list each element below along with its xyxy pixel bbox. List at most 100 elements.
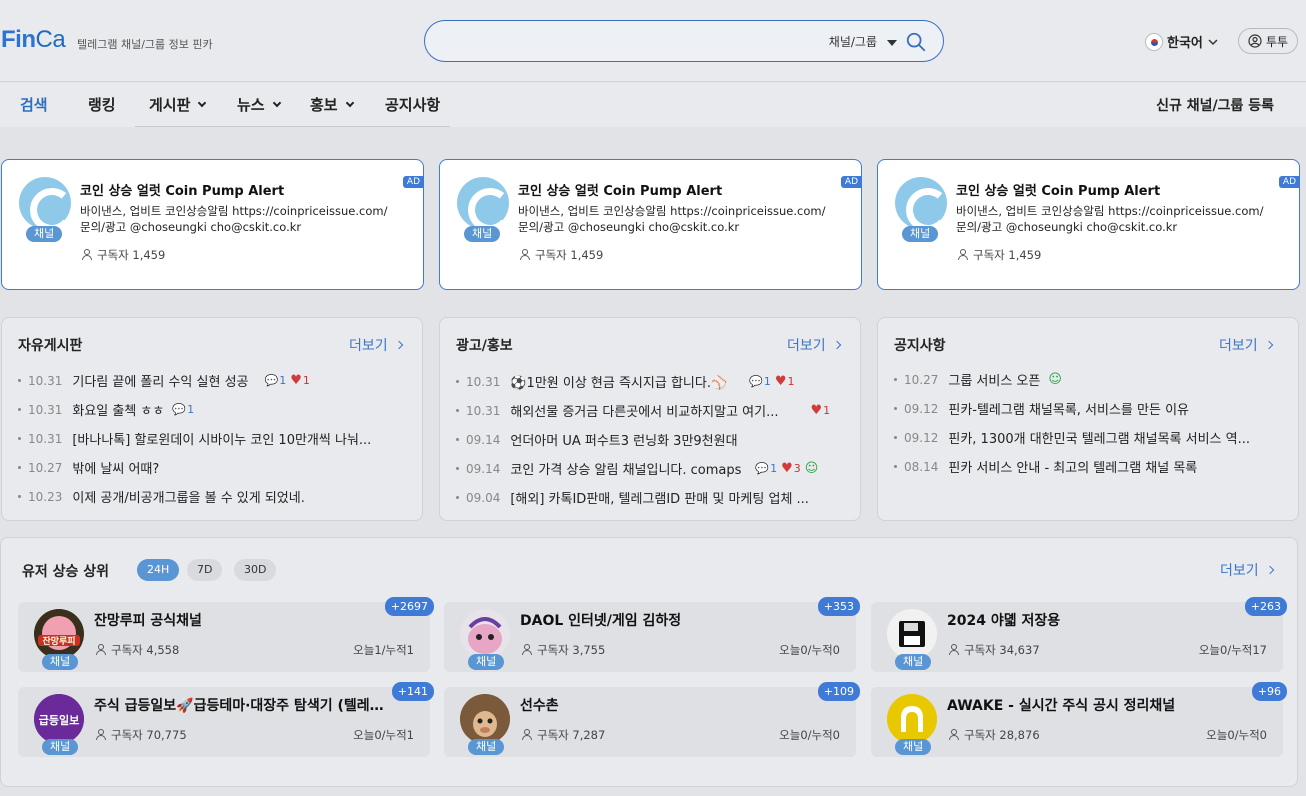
bullet: [18, 466, 21, 469]
bullet: [456, 409, 459, 412]
post-item[interactable]: 09.12 핀카-텔레그램 채널목록, 서비스를 만든 이유: [894, 399, 1189, 418]
more-link[interactable]: 더보기: [349, 335, 403, 355]
bullet: [894, 465, 897, 468]
board-title: 공지사항: [894, 338, 946, 354]
comment-count: 💬 1: [172, 403, 195, 416]
channel-name[interactable]: 주식 급등일보🚀급등테마·대장주 탐색기 (텔레그...: [94, 695, 394, 715]
post-item[interactable]: 10.27 그룹 서비스 오픈 ☺: [894, 370, 1062, 389]
growth-badge: +141: [391, 682, 434, 701]
post-item[interactable]: 10.31 기다림 끝에 폴리 수익 실현 성공 💬 1 ♥ 1: [18, 371, 310, 390]
ranking-card[interactable]: 채널 AWAKE - 실시간 주식 공시 정리채널 구독자 28,876 오늘0…: [871, 682, 1287, 757]
subscriber-count: 구독자 28,876: [949, 727, 1040, 743]
ranking-card[interactable]: 채널 2024 야뎳 저장용 구독자 34,637 오늘0/누적17 +263: [871, 597, 1287, 672]
post-item[interactable]: 10.27 밖에 날씨 어때?: [18, 458, 159, 477]
period-7d-tab[interactable]: 7D: [187, 559, 223, 581]
post-date: 10.31: [28, 402, 63, 417]
growth-badge: +109: [817, 682, 860, 701]
nav-promo[interactable]: 홍보: [310, 94, 354, 115]
post-title: 기다림 끝에 폴리 수익 실현 성공: [72, 375, 249, 390]
post-title: 그룹 서비스 오픈: [948, 374, 1041, 389]
search-filter-select[interactable]: 채널/그룹: [829, 33, 897, 50]
post-title: 핀카 서비스 안내 - 최고의 텔레그램 채널 목록: [948, 461, 1198, 476]
post-title: 언더아머 UA 퍼수트3 런닝화 3만9천원대: [510, 434, 738, 449]
chevron-down-icon: [272, 98, 281, 108]
ad-card[interactable]: 채널 코인 상승 얼럿 Coin Pump Alert 바이낸스, 업비트 코인…: [1, 159, 424, 290]
channel-name[interactable]: 선수촌: [520, 695, 559, 715]
board-notice: 공지사항 더보기 10.27 그룹 서비스 오픈 ☺ 09.12 핀카-텔레그램 채…: [877, 317, 1299, 521]
more-link[interactable]: 더보기: [787, 335, 841, 355]
channel-name[interactable]: DAOL 인터넷/게임 김하정: [520, 610, 681, 630]
like-count: ♥ 3: [781, 461, 801, 476]
post-item[interactable]: 09.14 코인 가격 상승 알림 채널입니다. comaps 💬 1 ♥ 3 ☺: [456, 459, 818, 478]
channel-avatar: [460, 609, 510, 659]
nav-notice[interactable]: 공지사항: [385, 94, 440, 115]
period-24h-tab[interactable]: 24H: [137, 559, 180, 581]
channel-name[interactable]: AWAKE - 실시간 주식 공시 정리채널: [947, 695, 1175, 715]
channel-name[interactable]: 잔망루피 공식채널: [94, 610, 202, 630]
post-item[interactable]: 09.14 언더아머 UA 퍼수트3 런닝화 3만9천원대: [456, 430, 738, 449]
post-title: 이제 공개/비공개그룹을 볼 수 있게 되었네.: [72, 491, 305, 506]
ranking-card[interactable]: 급등일보 채널 주식 급등일보🚀급등테마·대장주 탐색기 (텔레그... 구독자…: [18, 682, 434, 757]
person-icon: [82, 249, 92, 260]
post-item[interactable]: 10.23 이제 공개/비공개그룹을 볼 수 있게 되었네.: [18, 487, 305, 506]
channel-avatar: [887, 694, 937, 744]
chevron-right-icon: [832, 340, 841, 350]
post-item[interactable]: 08.14 핀카 서비스 안내 - 최고의 텔레그램 채널 목록: [894, 457, 1197, 476]
person-icon: [958, 249, 968, 260]
board-title: 자유게시판: [18, 338, 83, 354]
comment-icon: 💬: [264, 374, 279, 387]
period-30d-tab[interactable]: 30D: [234, 559, 277, 581]
post-date: 09.14: [466, 432, 501, 447]
search-bar[interactable]: 채널/그룹: [424, 20, 944, 62]
channel-avatar: 잔망루피: [34, 609, 84, 659]
post-item[interactable]: 09.04 [해외] 카톡ID판매, 텔레그램ID 판매 및 마케팅 업체 ...: [456, 488, 809, 507]
more-link[interactable]: 더보기: [1219, 335, 1273, 355]
growth-badge: +96: [1251, 682, 1287, 701]
ranking-card[interactable]: 잔망루피 채널 잔망루피 공식채널 구독자 4,558 오늘1/누적1 +269…: [18, 597, 434, 672]
smile-icon: ☺: [804, 461, 819, 476]
bullet: [18, 379, 21, 382]
ad-card[interactable]: 채널 코인 상승 얼럿 Coin Pump Alert 바이낸스, 업비트 코인…: [877, 159, 1300, 290]
logo[interactable]: FinCa: [1, 26, 66, 54]
chevron-right-icon: [1264, 340, 1273, 350]
heart-icon: ♥: [290, 373, 302, 388]
nav-search[interactable]: 검색: [20, 94, 48, 115]
ad-title[interactable]: 코인 상승 얼럿 Coin Pump Alert: [518, 180, 722, 199]
post-item[interactable]: 10.31 화요일 출첵 ㅎㅎ 💬 1: [18, 400, 194, 419]
register-channel-button[interactable]: 신규 채널/그룹 등록: [1156, 95, 1274, 115]
chevron-down-icon: [198, 98, 207, 108]
nav-news[interactable]: 뉴스: [237, 94, 281, 115]
post-item[interactable]: 09.12 핀카, 1300개 대한민국 텔레그램 채널목록 서비스 역...: [894, 428, 1250, 447]
ad-card[interactable]: 채널 코인 상승 얼럿 Coin Pump Alert 바이낸스, 업비트 코인…: [439, 159, 862, 290]
nav-ranking[interactable]: 랭킹: [88, 94, 116, 115]
bullet: [456, 467, 459, 470]
ranking-card[interactable]: 채널 선수촌 구독자 7,287 오늘0/누적0 +109: [444, 682, 860, 757]
ad-title[interactable]: 코인 상승 얼럿 Coin Pump Alert: [956, 180, 1160, 199]
channel-name[interactable]: 2024 야뎳 저장용: [947, 610, 1060, 630]
channel-chip: 채널: [895, 739, 932, 755]
nav-board[interactable]: 게시판: [149, 94, 207, 115]
post-date: 08.14: [904, 459, 939, 474]
bullet: [456, 380, 459, 383]
post-item[interactable]: 10.31 [바나나톡] 할로윈데이 시바이누 코인 10만개씩 나눠...: [18, 429, 371, 448]
language-label: 한국어: [1167, 36, 1203, 51]
language-selector[interactable]: 한국어: [1145, 32, 1219, 51]
search-icon[interactable]: [905, 31, 927, 53]
board-title: 광고/홍보: [456, 338, 513, 354]
user-menu-button[interactable]: 투투: [1238, 28, 1298, 54]
more-link[interactable]: 더보기: [1220, 560, 1274, 580]
board-promo: 광고/홍보 더보기 10.31 ⚽1만원 이상 현금 즉시지급 합니다.⚾ 💬 1 …: [439, 317, 861, 521]
person-icon: [520, 249, 530, 260]
chevron-right-icon: [394, 340, 403, 350]
bullet: [18, 437, 21, 440]
bullet: [18, 495, 21, 498]
growth-badge: +2697: [384, 597, 434, 616]
site-header: FinCa 텔레그램 채널/그룹 정보 핀카 채널/그룹 한국어 투투: [0, 0, 1306, 82]
post-title: 핀카-텔레그램 채널목록, 서비스를 만든 이유: [948, 403, 1189, 418]
post-item[interactable]: 10.31 해외선물 증거금 다른곳에서 비교하지말고 여기... ♥ 1: [456, 401, 830, 420]
post-date: 10.31: [28, 373, 63, 388]
ad-title[interactable]: 코인 상승 얼럿 Coin Pump Alert: [80, 180, 284, 199]
ranking-card[interactable]: 채널 DAOL 인터넷/게임 김하정 구독자 3,755 오늘0/누적0 +35…: [444, 597, 860, 672]
post-item[interactable]: 10.31 ⚽1만원 이상 현금 즉시지급 합니다.⚾ 💬 1 ♥ 1: [456, 372, 795, 391]
heart-icon: ♥: [781, 461, 793, 476]
